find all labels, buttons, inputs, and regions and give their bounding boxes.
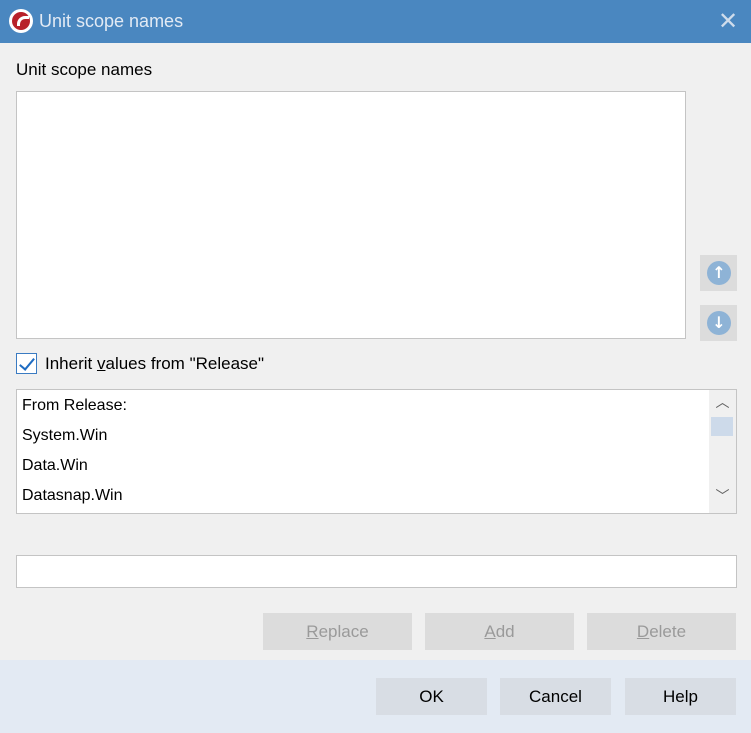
- list-item: System.Win: [22, 427, 108, 444]
- unit-scope-names-label: Unit scope names: [16, 60, 153, 79]
- unit-scope-names-list[interactable]: [16, 91, 686, 339]
- inherit-values-label[interactable]: Inherit values from "Release": [45, 354, 264, 374]
- dialog-body: Unit scope names ↑ ↓ Inherit values from…: [0, 43, 751, 660]
- dialog-footer: OK Cancel Help: [0, 660, 751, 733]
- app-logo-icon: [9, 9, 33, 33]
- chevron-up-icon[interactable]: ︿: [709, 392, 736, 414]
- help-button[interactable]: Help: [625, 678, 736, 715]
- scope-name-input[interactable]: [16, 555, 737, 588]
- move-down-button[interactable]: ↓: [700, 305, 737, 341]
- vertical-scrollbar[interactable]: ︿ ﹀: [709, 390, 736, 513]
- chevron-down-icon[interactable]: ﹀: [709, 486, 736, 508]
- inherit-values-checkbox[interactable]: [16, 353, 37, 374]
- close-icon: ✕: [717, 7, 739, 35]
- cancel-button[interactable]: Cancel: [500, 678, 611, 715]
- list-item: Data.Win: [22, 457, 88, 474]
- replace-button[interactable]: Replace: [263, 613, 412, 650]
- ok-button[interactable]: OK: [376, 678, 487, 715]
- delete-button[interactable]: Delete: [587, 613, 736, 650]
- add-button[interactable]: Add: [425, 613, 574, 650]
- title-bar: Unit scope names ✕: [0, 0, 751, 43]
- window-title: Unit scope names: [39, 11, 184, 31]
- list-item: From Release:: [22, 397, 127, 414]
- scrollbar-thumb[interactable]: [711, 417, 733, 436]
- arrow-up-circle-icon: ↑: [707, 261, 731, 285]
- close-button[interactable]: ✕: [705, 0, 751, 43]
- arrow-down-circle-icon: ↓: [707, 311, 731, 335]
- list-item: Datasnap.Win: [22, 487, 123, 504]
- move-up-button[interactable]: ↑: [700, 255, 737, 291]
- inherited-values-list[interactable]: From Release: System.Win Data.Win Datasn…: [16, 389, 737, 514]
